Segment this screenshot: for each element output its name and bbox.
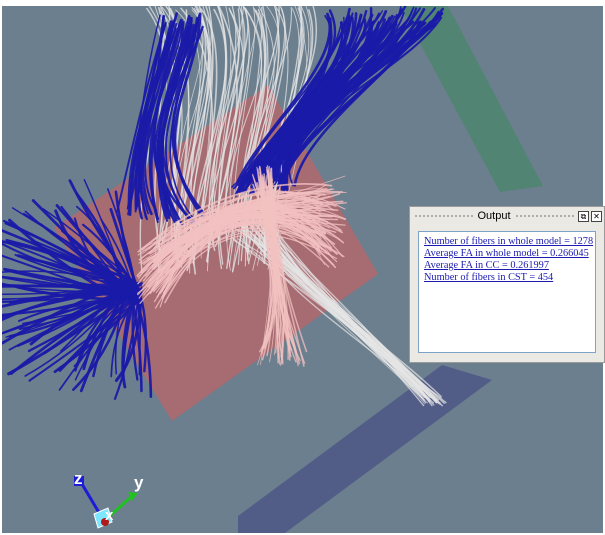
output-panel-title: Output (477, 210, 511, 222)
output-line-avg-fa-cc[interactable]: Average FA in CC = 0.261997 (424, 260, 590, 272)
axis-label-z: z (74, 469, 83, 488)
close-icon[interactable]: ✕ (591, 210, 602, 222)
output-line-fibers-whole-model[interactable]: Number of fibers in whole model = 1278 (424, 236, 593, 248)
output-dock-panel: Output ⧉ ✕ Number of fibers in whole mod… (409, 206, 605, 363)
orientation-axes-widget: z y x (74, 469, 144, 529)
output-titlebar[interactable]: Output ⧉ ✕ (410, 207, 604, 225)
axis-label-y: y (134, 473, 144, 492)
titlebar-grip (414, 214, 474, 218)
axis-label-x: x (105, 507, 114, 524)
output-line-fibers-cst[interactable]: Number of fibers in CST = 454 (424, 272, 590, 284)
output-line-avg-fa-whole-model[interactable]: Average FA in whole model = 0.266045 (424, 248, 590, 260)
blue-slice-plane (238, 365, 492, 533)
restore-icon[interactable]: ⧉ (578, 210, 589, 222)
output-text-area[interactable]: Number of fibers in whole model = 1278 A… (418, 231, 596, 353)
titlebar-grip (514, 214, 574, 218)
